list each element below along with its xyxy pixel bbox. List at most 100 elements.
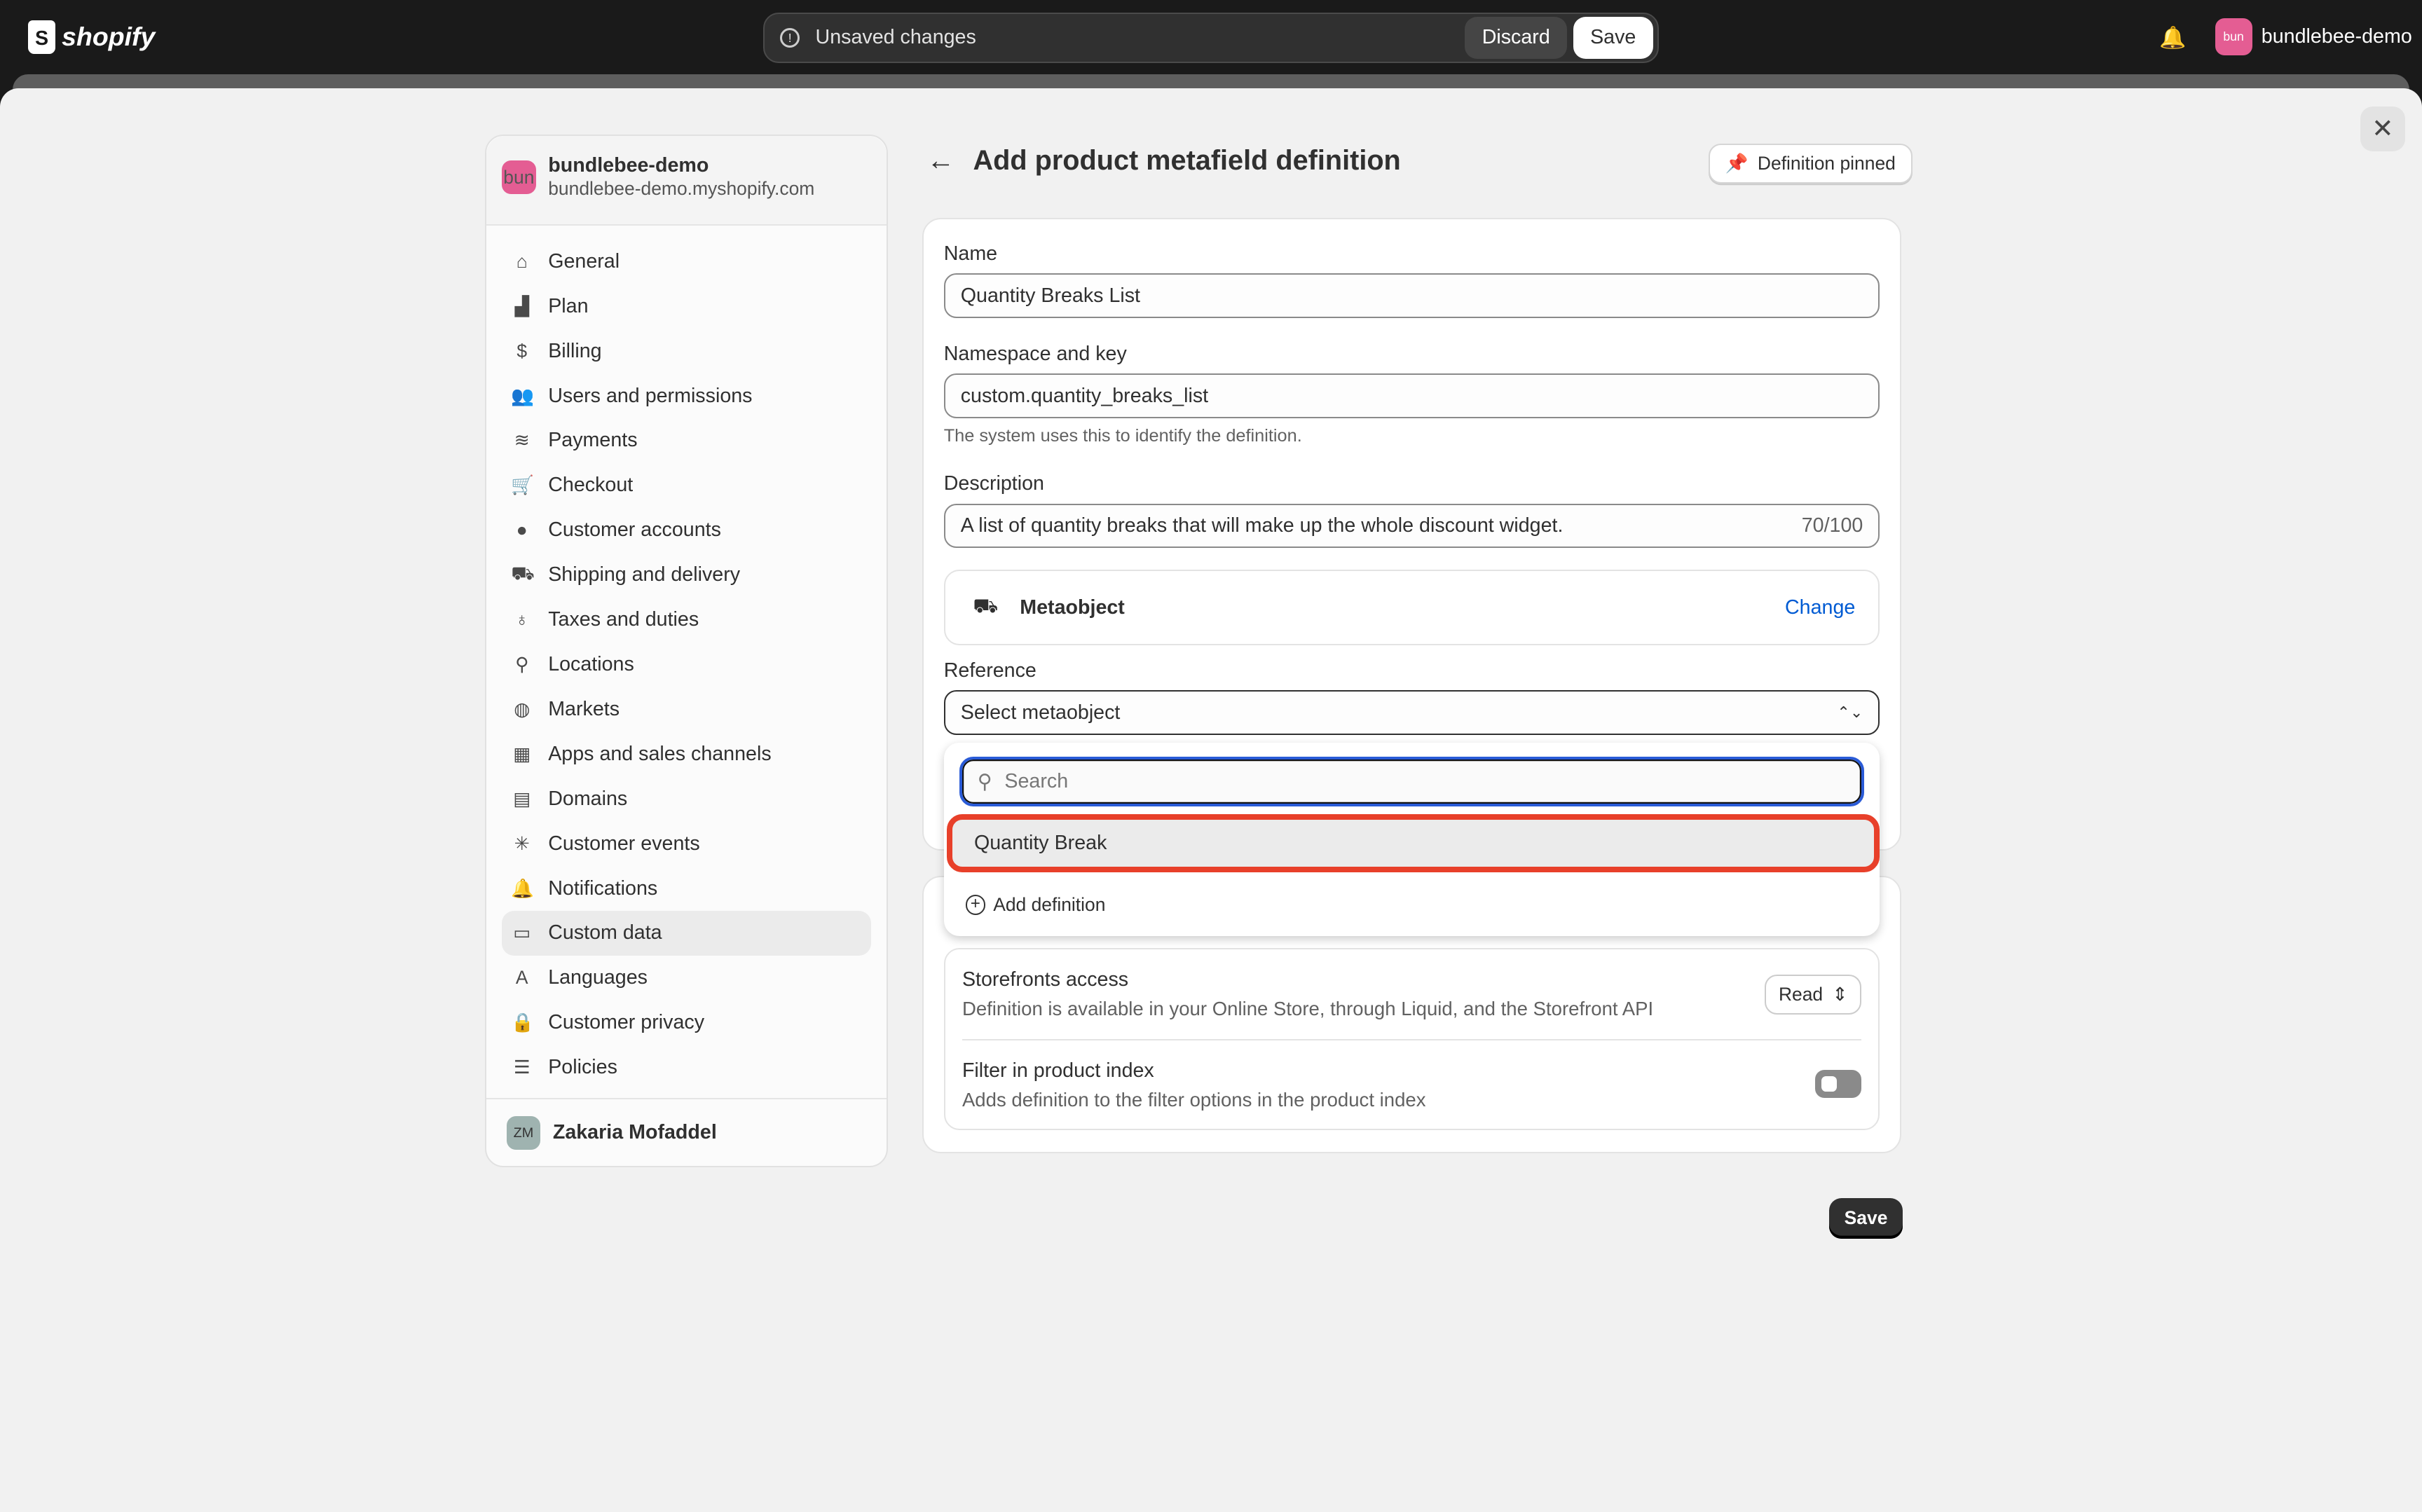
sidebar-item-label: Languages bbox=[548, 966, 648, 989]
sidebar-item-label: Users and permissions bbox=[548, 384, 753, 407]
sidebar-item-label: Checkout bbox=[548, 474, 634, 497]
sidebar-icon: A bbox=[515, 967, 528, 989]
sidebar-icon: ♁ bbox=[514, 609, 529, 631]
sidebar-icon: ▭ bbox=[513, 922, 531, 944]
top-bar: Sshopify ! Unsaved changes Discard Save … bbox=[0, 0, 2422, 78]
unsaved-text: Unsaved changes bbox=[815, 26, 976, 49]
namespace-help: The system uses this to identify the def… bbox=[943, 426, 1302, 446]
sidebar-item-markets[interactable]: ◍ Markets bbox=[502, 687, 871, 731]
store-header[interactable]: bun bundlebee-demo bundlebee-demo.myshopi… bbox=[486, 135, 887, 226]
sidebar-item-languages[interactable]: A Languages bbox=[502, 956, 871, 1001]
sidebar-item-users-and-permissions[interactable]: 👥 Users and permissions bbox=[502, 373, 871, 418]
bell-icon[interactable]: 🔔 bbox=[2159, 25, 2186, 50]
metaobject-dropdown: ⚲ Search Quantity Break + Add definition bbox=[943, 743, 1880, 936]
settings-nav: ⌂ General ▟ Plan $ Billing 👥 Users and permissi… bbox=[486, 226, 887, 1104]
sidebar-item-policies[interactable]: ☰ Policies bbox=[502, 1045, 871, 1090]
sidebar-icon: 👥 bbox=[511, 385, 535, 406]
change-type-link[interactable]: Change bbox=[1785, 596, 1855, 619]
sidebar-item-label: Customer privacy bbox=[548, 1011, 705, 1034]
plus-circle-icon: + bbox=[965, 895, 986, 915]
sidebar-icon: ▟ bbox=[514, 295, 529, 317]
pin-icon: 📌 bbox=[1725, 153, 1749, 174]
save-button-top[interactable]: Save bbox=[1573, 17, 1653, 59]
sidebar-item-customer-events[interactable]: ✳ Customer events bbox=[502, 821, 871, 866]
sidebar-icon: ▤ bbox=[513, 788, 531, 809]
close-icon[interactable]: ✕ bbox=[2360, 106, 2405, 151]
sidebar-item-customer-privacy[interactable]: 🔒 Customer privacy bbox=[502, 1001, 871, 1045]
sidebar-item-label: Locations bbox=[548, 653, 634, 676]
search-icon: ⚲ bbox=[977, 770, 992, 793]
account-menu[interactable]: bun bundlebee-demo bbox=[2215, 18, 2412, 56]
sidebar-item-label: Markets bbox=[548, 697, 620, 720]
sidebar-item-billing[interactable]: $ Billing bbox=[502, 329, 871, 373]
sidebar-icon: ≋ bbox=[514, 429, 530, 451]
sidebar-item-general[interactable]: ⌂ General bbox=[502, 239, 871, 284]
sidebar-item-notifications[interactable]: 🔔 Notifications bbox=[502, 866, 871, 911]
type-row: ⛟ Metaobject Change bbox=[943, 570, 1880, 646]
sidebar-item-label: Shipping and delivery bbox=[548, 563, 741, 586]
sidebar-item-label: Plan bbox=[548, 294, 589, 317]
sidebar-item-customer-accounts[interactable]: ● Customer accounts bbox=[502, 508, 871, 553]
metaobject-icon: ⛟ bbox=[973, 595, 999, 618]
sidebar-icon: ⛟ bbox=[511, 563, 535, 584]
sidebar-icon: ▦ bbox=[513, 743, 531, 764]
settings-sidebar: bun bundlebee-demo bundlebee-demo.myshopi… bbox=[485, 134, 889, 1168]
sidebar-item-label: Domains bbox=[548, 787, 628, 810]
filter-row: Filter in product index Adds definition … bbox=[962, 1059, 1426, 1111]
select-chevron-icon: ⇕ bbox=[1832, 983, 1848, 1005]
name-input[interactable]: Quantity Breaks List bbox=[943, 273, 1880, 319]
definition-pinned-button[interactable]: 📌 Definition pinned bbox=[1708, 143, 1913, 184]
sidebar-item-label: Notifications bbox=[548, 877, 658, 900]
sidebar-item-plan[interactable]: ▟ Plan bbox=[502, 284, 871, 329]
discard-button[interactable]: Discard bbox=[1465, 17, 1568, 59]
save-button[interactable]: Save bbox=[1828, 1198, 1903, 1239]
page-title: ← Add product metafield definition bbox=[926, 145, 1401, 177]
back-arrow-icon[interactable]: ← bbox=[926, 145, 955, 177]
sidebar-item-shipping-and-delivery[interactable]: ⛟ Shipping and delivery bbox=[502, 553, 871, 598]
storefront-access-select[interactable]: Read ⇕ bbox=[1765, 974, 1862, 1015]
sidebar-item-apps-and-sales-channels[interactable]: ▦ Apps and sales channels bbox=[502, 731, 871, 776]
filter-toggle[interactable] bbox=[1815, 1070, 1862, 1098]
search-input[interactable]: ⚲ Search bbox=[959, 757, 1865, 806]
sidebar-icon: $ bbox=[516, 340, 528, 362]
access-section: Storefronts access Definition is availab… bbox=[943, 948, 1880, 1131]
store-avatar: bun bbox=[502, 160, 536, 195]
add-definition-button[interactable]: + Add definition bbox=[965, 894, 1105, 916]
sidebar-item-locations[interactable]: ⚲ Locations bbox=[502, 642, 871, 687]
user-avatar: ZM bbox=[506, 1115, 541, 1150]
user-profile[interactable]: ZM Zakaria Mofaddel bbox=[486, 1098, 887, 1166]
namespace-input[interactable]: custom.quantity_breaks_list bbox=[943, 373, 1880, 419]
sidebar-item-custom-data[interactable]: ▭ Custom data bbox=[502, 911, 872, 956]
sidebar-icon: ⚲ bbox=[515, 654, 529, 675]
reference-select[interactable]: Select metaobject ⌃⌄ bbox=[943, 690, 1880, 736]
description-input[interactable]: A list of quantity breaks that will make… bbox=[943, 503, 1880, 549]
namespace-label: Namespace and key bbox=[943, 343, 1127, 366]
storefront-row: Storefronts access Definition is availab… bbox=[962, 949, 1862, 1039]
reference-label: Reference bbox=[943, 659, 1036, 682]
sidebar-icon: 🔒 bbox=[511, 1012, 535, 1033]
sidebar-item-payments[interactable]: ≋ Payments bbox=[502, 418, 871, 463]
sidebar-icon: ◍ bbox=[514, 698, 531, 720]
sidebar-item-label: General bbox=[548, 249, 620, 273]
char-count: 70/100 bbox=[1801, 514, 1863, 537]
sidebar-item-label: Taxes and duties bbox=[548, 608, 699, 631]
shopify-logo[interactable]: Sshopify bbox=[27, 20, 155, 55]
alert-icon: ! bbox=[779, 27, 800, 48]
avatar: bun bbox=[2215, 18, 2252, 56]
sidebar-icon: ✳ bbox=[514, 832, 530, 854]
sidebar-icon: 🛒 bbox=[511, 474, 535, 496]
sidebar-icon: ⌂ bbox=[516, 250, 528, 272]
sidebar-icon: ☰ bbox=[513, 1057, 531, 1078]
unsaved-changes-bar: ! Unsaved changes Discard Save bbox=[762, 12, 1660, 64]
option-quantity-break[interactable]: Quantity Break bbox=[947, 813, 1880, 873]
sidebar-item-domains[interactable]: ▤ Domains bbox=[502, 776, 871, 821]
sidebar-icon: 🔔 bbox=[511, 877, 535, 899]
sidebar-item-checkout[interactable]: 🛒 Checkout bbox=[502, 463, 871, 508]
select-chevron-icon: ⌃⌄ bbox=[1837, 703, 1863, 722]
sidebar-item-label: Custom data bbox=[548, 921, 662, 944]
sidebar-item-label: Policies bbox=[548, 1056, 617, 1079]
shopify-bag-icon: S bbox=[27, 20, 56, 55]
sidebar-item-taxes-and-duties[interactable]: ♁ Taxes and duties bbox=[502, 598, 871, 642]
sidebar-item-label: Billing bbox=[548, 339, 602, 362]
sidebar-item-label: Customer events bbox=[548, 832, 700, 855]
